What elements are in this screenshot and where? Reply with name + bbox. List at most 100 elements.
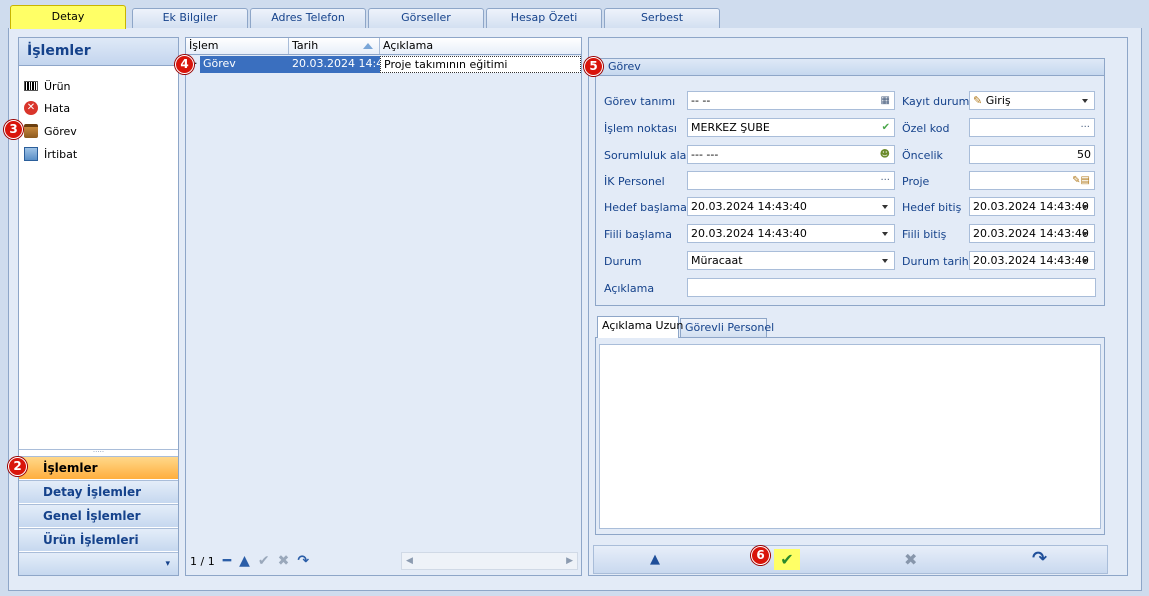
aciklama-field[interactable]	[687, 278, 1096, 297]
left-nav-pane: İşlemler Ürün ✕ Hata Görev İrtibat ·····…	[18, 37, 179, 576]
calendar-icon[interactable]: ▦	[881, 92, 890, 109]
people-icon[interactable]: ☻	[880, 146, 890, 163]
page-indicator: 1 / 1	[190, 554, 215, 568]
dropdown-arrow-icon[interactable]	[1082, 99, 1088, 103]
more-groups-chevron-icon[interactable]: ▾	[19, 552, 178, 575]
nav-item-label: Ürün	[44, 79, 71, 93]
refresh-button[interactable]: ↷	[1032, 548, 1047, 569]
tab-adres-telefon[interactable]: Adres Telefon	[250, 8, 366, 28]
check-lookup-icon[interactable]: ✔	[882, 119, 890, 136]
column-header-islem[interactable]: İşlem	[186, 38, 289, 54]
grid-navigator: 1 / 1 ━ ▲ ✔ ✖ ↷	[190, 550, 309, 572]
aciklama-uzun-memo[interactable]	[599, 344, 1101, 529]
field-value: 20.03.2024 14:43:40	[973, 254, 1089, 267]
callout-badge-2: 2	[8, 457, 27, 476]
field-value: Giriş	[985, 94, 1011, 107]
tab-aciklama-uzun[interactable]: Açıklama Uzun	[597, 316, 683, 338]
fiili-bitis-field[interactable]: 20.03.2024 14:43:40	[969, 224, 1095, 243]
horizontal-scrollbar[interactable]: ◀ ▶	[401, 552, 578, 570]
hedef-bitis-field[interactable]: 20.03.2024 14:43:40	[969, 197, 1095, 216]
label-oncelik: Öncelik	[902, 149, 943, 162]
tab-gorevli-personel[interactable]: Görevli Personel	[680, 318, 774, 337]
group-urun-islemleri[interactable]: Ürün İşlemleri	[19, 528, 178, 551]
refresh-icon[interactable]: ↷	[297, 553, 309, 569]
nav-item-irtibat[interactable]: İrtibat	[24, 144, 77, 164]
label-gorev-tanimi: Görev tanımı	[604, 95, 676, 108]
fiili-baslama-field[interactable]: 20.03.2024 14:43:40	[687, 224, 895, 243]
gorev-group: Görev Görev tanımı -- -- ▦ İşlem noktası…	[595, 58, 1105, 306]
ik-personel-field[interactable]: ···	[687, 171, 895, 190]
nav-item-urun[interactable]: Ürün	[24, 76, 71, 96]
column-header-label: Tarih	[292, 39, 319, 52]
sort-ascending-icon	[363, 43, 373, 49]
hedef-baslama-field[interactable]: 20.03.2024 14:43:40	[687, 197, 895, 216]
ozel-kod-field[interactable]: ···	[969, 118, 1095, 137]
dropdown-arrow-icon[interactable]	[1082, 205, 1088, 209]
label-hedef-bitis: Hedef bitiş	[902, 201, 962, 214]
dropdown-arrow-icon[interactable]	[882, 232, 888, 236]
tab-serbest[interactable]: Serbest	[604, 8, 720, 28]
durum-tarihi-field[interactable]: 20.03.2024 14:43:40	[969, 251, 1095, 270]
group-genel-islemler[interactable]: Genel İşlemler	[19, 504, 178, 527]
cancel-button[interactable]: ✖	[904, 550, 917, 569]
callout-badge-6: 6	[751, 546, 770, 565]
field-value: 20.03.2024 14:43:40	[973, 227, 1089, 240]
durum-select[interactable]: Müracaat	[687, 251, 895, 270]
edit-pencil-icon: ✎	[973, 94, 983, 107]
ellipsis-button[interactable]: ···	[880, 172, 890, 189]
operations-grid: İşlem Tarih Açıklama ··· Görev 20.03.202…	[185, 37, 582, 576]
dropdown-arrow-icon[interactable]	[882, 259, 888, 263]
project-lookup-icon[interactable]: ✎▤	[1072, 172, 1090, 189]
cell-islem[interactable]: Görev	[200, 56, 289, 73]
islem-noktasi-field[interactable]: MERKEZ ŞUBE ✔	[687, 118, 895, 137]
label-kayit-durumu: Kayıt durumu	[902, 95, 977, 108]
label-durum: Durum	[604, 255, 642, 268]
label-ozel-kod: Özel kod	[902, 122, 950, 135]
nav-item-label: İrtibat	[44, 147, 78, 161]
oncelik-field[interactable]: 50	[969, 145, 1095, 164]
dropdown-arrow-icon[interactable]	[1082, 232, 1088, 236]
group-detay-islemler[interactable]: Detay İşlemler	[19, 480, 178, 503]
scroll-right-icon[interactable]: ▶	[566, 556, 573, 566]
cell-aciklama[interactable]: Proje takımının eğitimi	[380, 56, 581, 73]
nav-item-hata[interactable]: ✕ Hata	[24, 98, 70, 118]
label-fiili-bitis: Fiili bitiş	[902, 228, 947, 241]
column-header-tarih[interactable]: Tarih	[289, 38, 380, 54]
gorev-tanimi-field[interactable]: -- -- ▦	[687, 91, 895, 110]
move-up-icon[interactable]: ▲	[239, 553, 250, 569]
delete-record-icon[interactable]: ━	[223, 553, 231, 569]
tab-detay[interactable]: Detay	[10, 5, 126, 29]
callout-badge-5: 5	[584, 57, 603, 76]
column-header-aciklama[interactable]: Açıklama	[380, 38, 581, 54]
action-bar: ▲ ✔ ✖ ↷	[593, 545, 1108, 574]
grid-header: İşlem Tarih Açıklama	[186, 38, 581, 55]
sorumluluk-alani-field[interactable]: --- --- ☻	[687, 145, 895, 164]
tab-ek-bilgiler[interactable]: Ek Bilgiler	[132, 8, 248, 28]
save-confirm-button[interactable]: ✔	[774, 549, 800, 570]
nav-item-label: Görev	[44, 124, 77, 138]
confirm-icon[interactable]: ✔	[258, 553, 270, 569]
kayit-durumu-select[interactable]: ✎ Giriş	[969, 91, 1095, 110]
field-value: -- --	[691, 94, 711, 107]
tab-gorseller[interactable]: Görseller	[368, 8, 484, 28]
cancel-icon[interactable]: ✖	[278, 553, 290, 569]
splitter-grip[interactable]: ·····	[19, 449, 178, 456]
label-islem-noktasi: İşlem noktası	[604, 122, 677, 135]
detail-pane: Görev Görev tanımı -- -- ▦ İşlem noktası…	[588, 37, 1128, 576]
group-islemler[interactable]: İşlemler	[19, 456, 178, 479]
error-icon: ✕	[24, 101, 38, 115]
table-row[interactable]: ··· Görev 20.03.2024 14:43: Proje takımı…	[186, 56, 581, 73]
nav-item-label: Hata	[44, 101, 71, 115]
label-aciklama: Açıklama	[604, 282, 655, 295]
dropdown-arrow-icon[interactable]	[1082, 259, 1088, 263]
move-up-button[interactable]: ▲	[650, 552, 660, 567]
dropdown-arrow-icon[interactable]	[882, 205, 888, 209]
field-value: --- ---	[691, 148, 719, 161]
tab-hesap-ozeti[interactable]: Hesap Özeti	[486, 8, 602, 28]
cell-tarih[interactable]: 20.03.2024 14:43:	[289, 56, 380, 73]
ellipsis-button[interactable]: ···	[1080, 119, 1090, 136]
nav-item-gorev[interactable]: Görev	[24, 121, 77, 141]
scroll-left-icon[interactable]: ◀	[406, 556, 413, 566]
proje-field[interactable]: ✎▤	[969, 171, 1095, 190]
label-ik-personel: İK Personel	[604, 175, 665, 188]
